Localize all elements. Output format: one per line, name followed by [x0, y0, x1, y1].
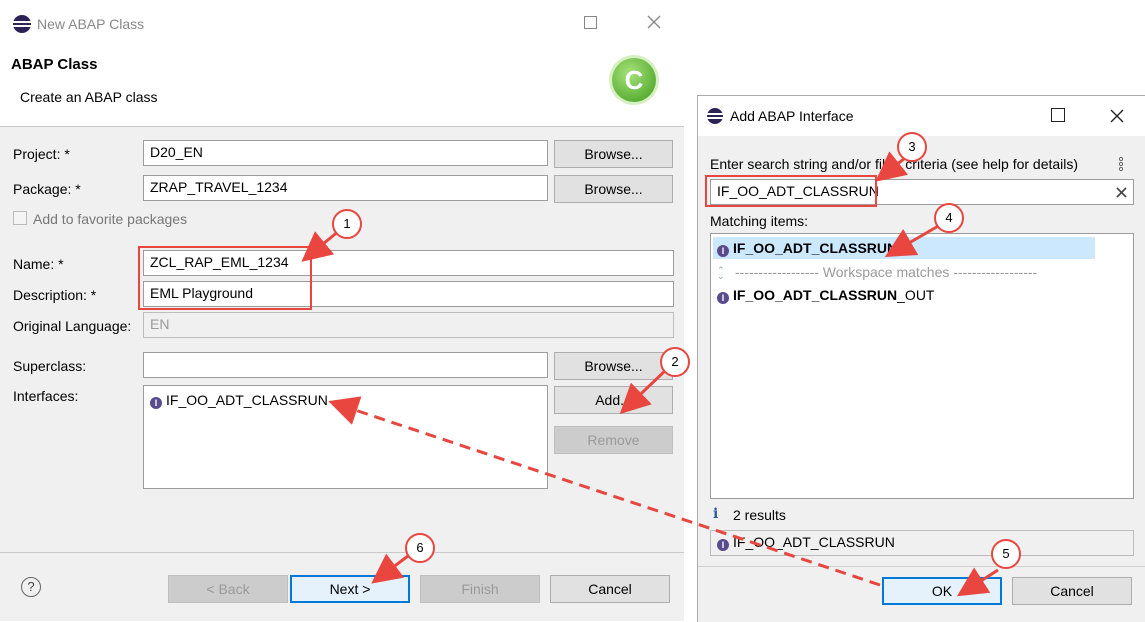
callout-1: 1	[332, 209, 362, 239]
callout-5: 5	[991, 539, 1021, 569]
callout-3: 3	[897, 132, 927, 162]
callout-6: 6	[405, 533, 435, 563]
annotation-arrows	[301, 151, 999, 597]
callout-2: 2	[660, 347, 690, 377]
callout-4: 4	[934, 203, 964, 233]
